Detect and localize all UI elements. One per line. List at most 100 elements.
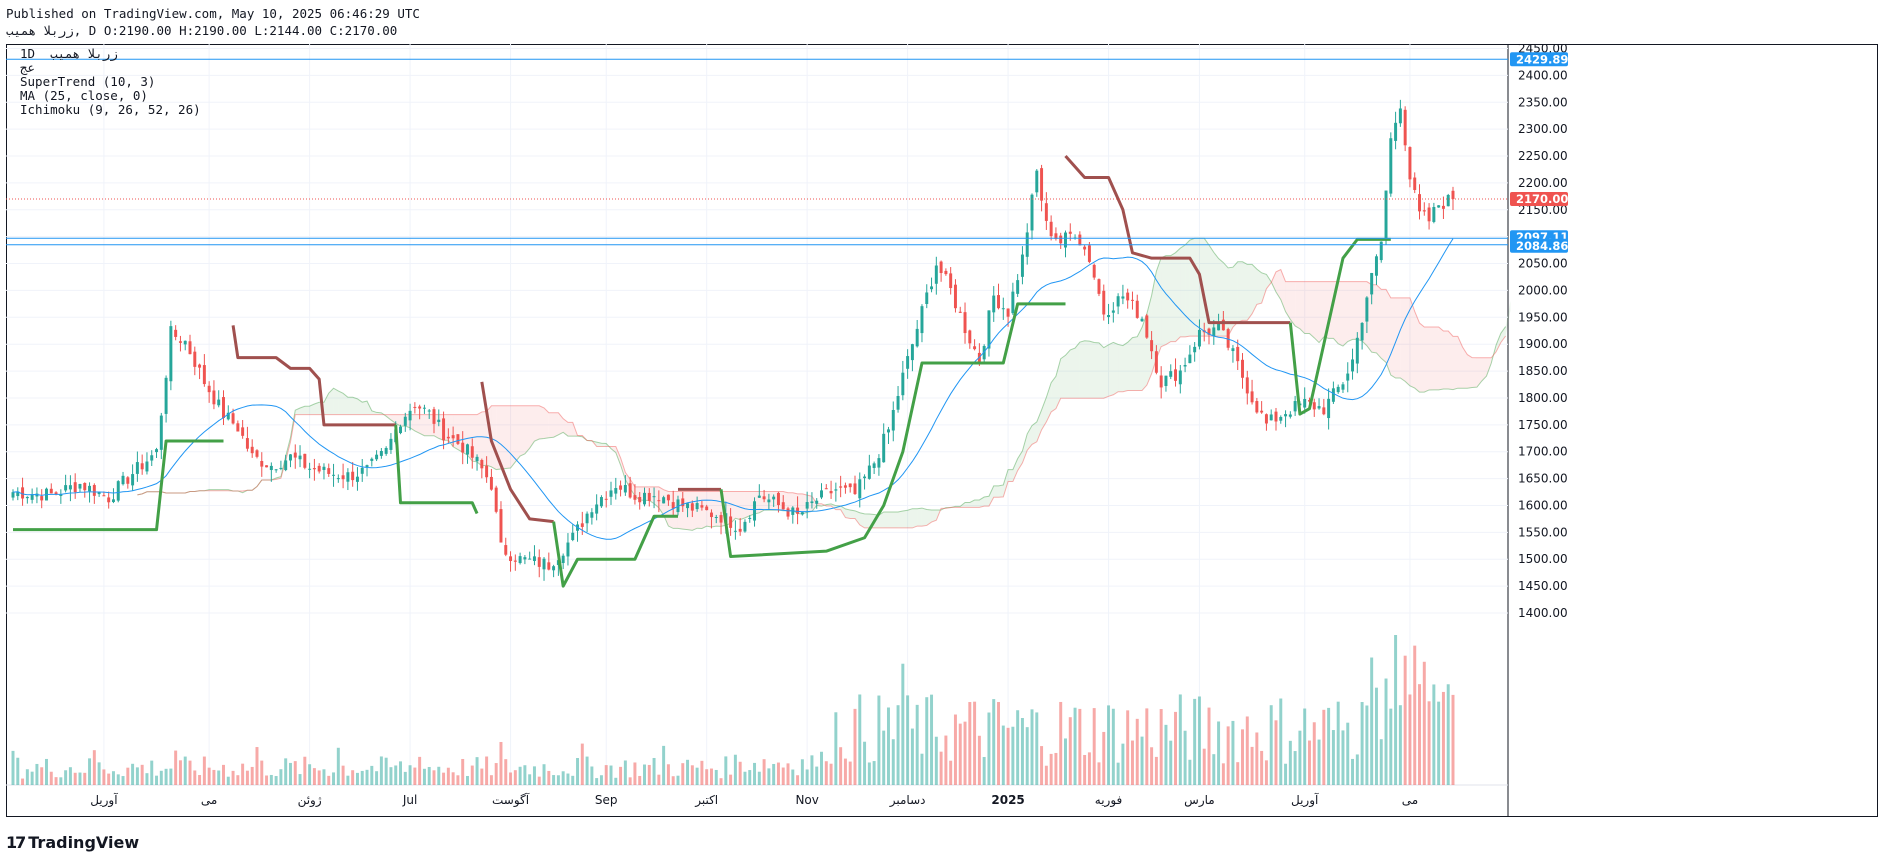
cloud-segment xyxy=(333,388,339,415)
volume-bar xyxy=(1078,708,1082,785)
volume-bar xyxy=(49,771,53,785)
time-tick-label: Nov xyxy=(795,793,818,807)
candle-body xyxy=(901,372,905,396)
candle-body xyxy=(748,517,752,519)
candle-body xyxy=(451,435,455,439)
volume-bar xyxy=(107,773,111,785)
volume-bar xyxy=(1188,759,1192,785)
candle-body xyxy=(705,506,709,511)
volume-bar xyxy=(1451,694,1455,785)
volume-bar xyxy=(997,702,1000,785)
volume-bar xyxy=(260,760,264,785)
cloud-segment xyxy=(481,411,487,466)
candle-body xyxy=(925,292,929,304)
volume-bar xyxy=(489,775,493,785)
volume-bar xyxy=(805,769,809,785)
volume-bar xyxy=(1274,720,1278,785)
cloud-segment xyxy=(692,491,698,531)
time-tick-label: 2025 xyxy=(991,793,1024,807)
candle-body xyxy=(1006,308,1010,317)
volume-bar xyxy=(1183,730,1187,785)
volume-bar xyxy=(1092,708,1096,785)
volume-bar xyxy=(303,756,307,785)
volume-bar xyxy=(1140,736,1144,785)
candle-body xyxy=(1322,407,1326,415)
price-axis[interactable]: 2450.002400.002350.002300.002250.002200.… xyxy=(1510,44,1568,620)
cloud-segment xyxy=(912,508,918,528)
volume-bar xyxy=(643,764,646,785)
volume-bar xyxy=(54,777,58,785)
legend-supertrend[interactable]: SuperTrend (10, 3) xyxy=(20,74,155,89)
price-tick-label: 2200.00 xyxy=(1518,176,1568,190)
volume-bar xyxy=(930,694,934,785)
volume-bar xyxy=(853,708,857,785)
volume-bar xyxy=(245,770,249,785)
candle-body xyxy=(284,460,288,471)
candle-body xyxy=(1432,206,1436,222)
chart-canvas[interactable]: 2450.002400.002350.002300.002250.002200.… xyxy=(6,44,1878,822)
cloud-segment xyxy=(1156,257,1162,359)
candle-body xyxy=(293,452,297,458)
volume-bar xyxy=(1064,738,1067,785)
volume-bar xyxy=(561,771,565,785)
volume-bar xyxy=(1432,684,1436,785)
volume-bar xyxy=(920,753,924,785)
volume-bar xyxy=(140,764,144,785)
candle-body xyxy=(599,497,603,507)
legend-ma[interactable]: MA (25, close, 0) xyxy=(20,88,148,103)
time-tick-label: Sep xyxy=(595,793,618,807)
volume-bar xyxy=(977,735,981,785)
chart-frame[interactable]: 2450.00 2400.00 2350.00 2300.00 2250.00 2200.… xyxy=(6,44,1878,822)
cloud-segment xyxy=(505,405,511,469)
candle-body xyxy=(609,490,613,497)
candle-body xyxy=(1016,280,1020,294)
candle-body xyxy=(987,310,991,349)
volume-bar xyxy=(92,750,96,785)
candle-body xyxy=(834,489,838,491)
cloud-segment xyxy=(323,393,329,415)
candle-body xyxy=(1169,371,1173,377)
candle-body xyxy=(839,486,843,488)
legend-ichimoku[interactable]: Ichimoku (9, 26, 52, 26) xyxy=(20,102,201,117)
volume-bar xyxy=(681,763,685,785)
candle-body xyxy=(480,460,484,469)
candle-body xyxy=(121,475,125,485)
price-tick-label: 1850.00 xyxy=(1518,364,1568,378)
volume-bar xyxy=(298,774,302,785)
candle-body xyxy=(1451,190,1455,200)
candle-body xyxy=(427,410,431,412)
candle-body xyxy=(695,503,699,510)
volume-bar xyxy=(1174,711,1178,785)
volume-bar xyxy=(700,760,704,785)
candle-body xyxy=(389,438,393,450)
cloud-segment xyxy=(1347,281,1353,342)
volume-bar xyxy=(824,761,828,785)
cloud-segment xyxy=(1137,327,1143,391)
cloud-segment xyxy=(500,405,506,470)
candle-body xyxy=(351,471,355,481)
cloud-segment xyxy=(744,491,750,518)
candle-body xyxy=(355,476,359,482)
volume-bar xyxy=(1441,691,1445,785)
cloud-segment xyxy=(888,511,894,528)
volume-bar xyxy=(1083,754,1087,785)
volume-bar xyxy=(843,758,847,785)
cloud-segment xyxy=(1453,336,1458,390)
cloud-segment xyxy=(1443,330,1449,390)
volume-bar xyxy=(30,771,34,785)
candle-body xyxy=(255,450,259,457)
candle-body xyxy=(1360,322,1364,341)
tradingview-logo[interactable]: 17 TradingView xyxy=(6,833,139,852)
candle-body xyxy=(432,409,436,424)
cloud-segment xyxy=(1299,281,1305,334)
candle-body xyxy=(375,454,379,460)
volume-bar xyxy=(78,772,82,785)
ohlc-line: زربلا همیب, D O:2190.00 H:2190.00 L:2144… xyxy=(6,23,398,38)
time-axis[interactable]: آوریل می ژوئن Jul آگوست Sep اکتبر Nov دسامبر 2025… xyxy=(90,792,1418,808)
cloud-segment xyxy=(1290,281,1296,326)
cloud-segment xyxy=(711,491,717,527)
horizontal-lines[interactable] xyxy=(6,58,1508,246)
candle-body xyxy=(700,505,704,508)
cloud-segment xyxy=(1089,341,1095,399)
volume-bar xyxy=(973,701,977,785)
